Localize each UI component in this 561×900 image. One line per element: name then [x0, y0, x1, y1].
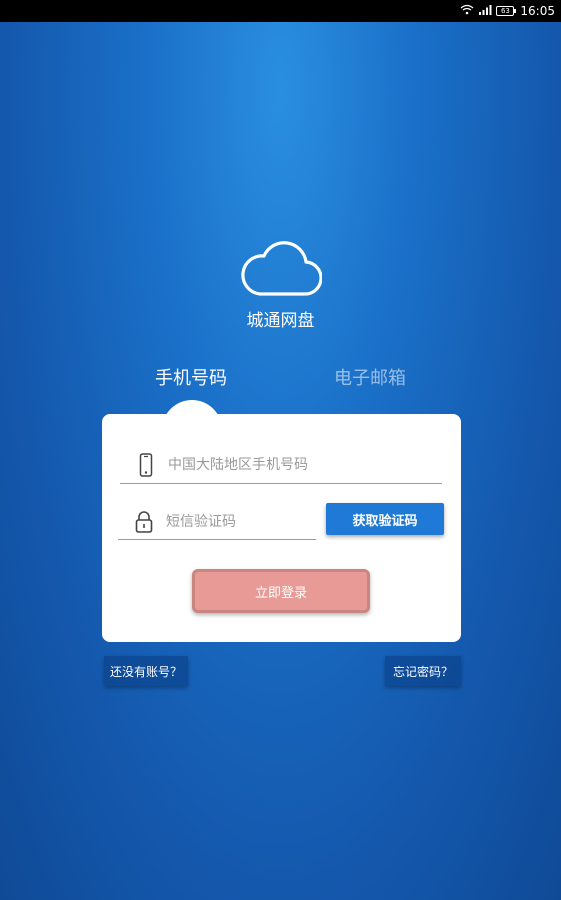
battery-icon: 63	[496, 6, 517, 16]
lock-icon	[130, 508, 158, 536]
forgot-password-link[interactable]: 忘记密码？	[385, 656, 461, 686]
status-icons: 63	[460, 4, 517, 18]
tab-email[interactable]: 电子邮箱	[334, 364, 406, 390]
phone-input[interactable]	[168, 456, 398, 473]
login-tabs: 手机号码 电子邮箱	[0, 364, 561, 394]
register-link[interactable]: 还没有账号？	[104, 656, 188, 686]
status-bar: 63 16:05	[0, 0, 561, 22]
phone-field[interactable]	[120, 446, 442, 484]
app-name: 城通网盘	[246, 311, 315, 331]
sms-code-field[interactable]	[118, 504, 316, 540]
sms-code-input[interactable]	[166, 513, 306, 530]
smartphone-icon	[132, 451, 160, 479]
signal-icon	[478, 4, 492, 18]
tab-phone[interactable]: 手机号码	[155, 364, 227, 390]
status-time: 16:05	[520, 4, 555, 18]
cloud-icon	[240, 234, 323, 298]
get-code-button[interactable]: 获取验证码	[326, 503, 444, 535]
login-button[interactable]: 立即登录	[192, 569, 370, 613]
wifi-icon	[460, 4, 474, 18]
